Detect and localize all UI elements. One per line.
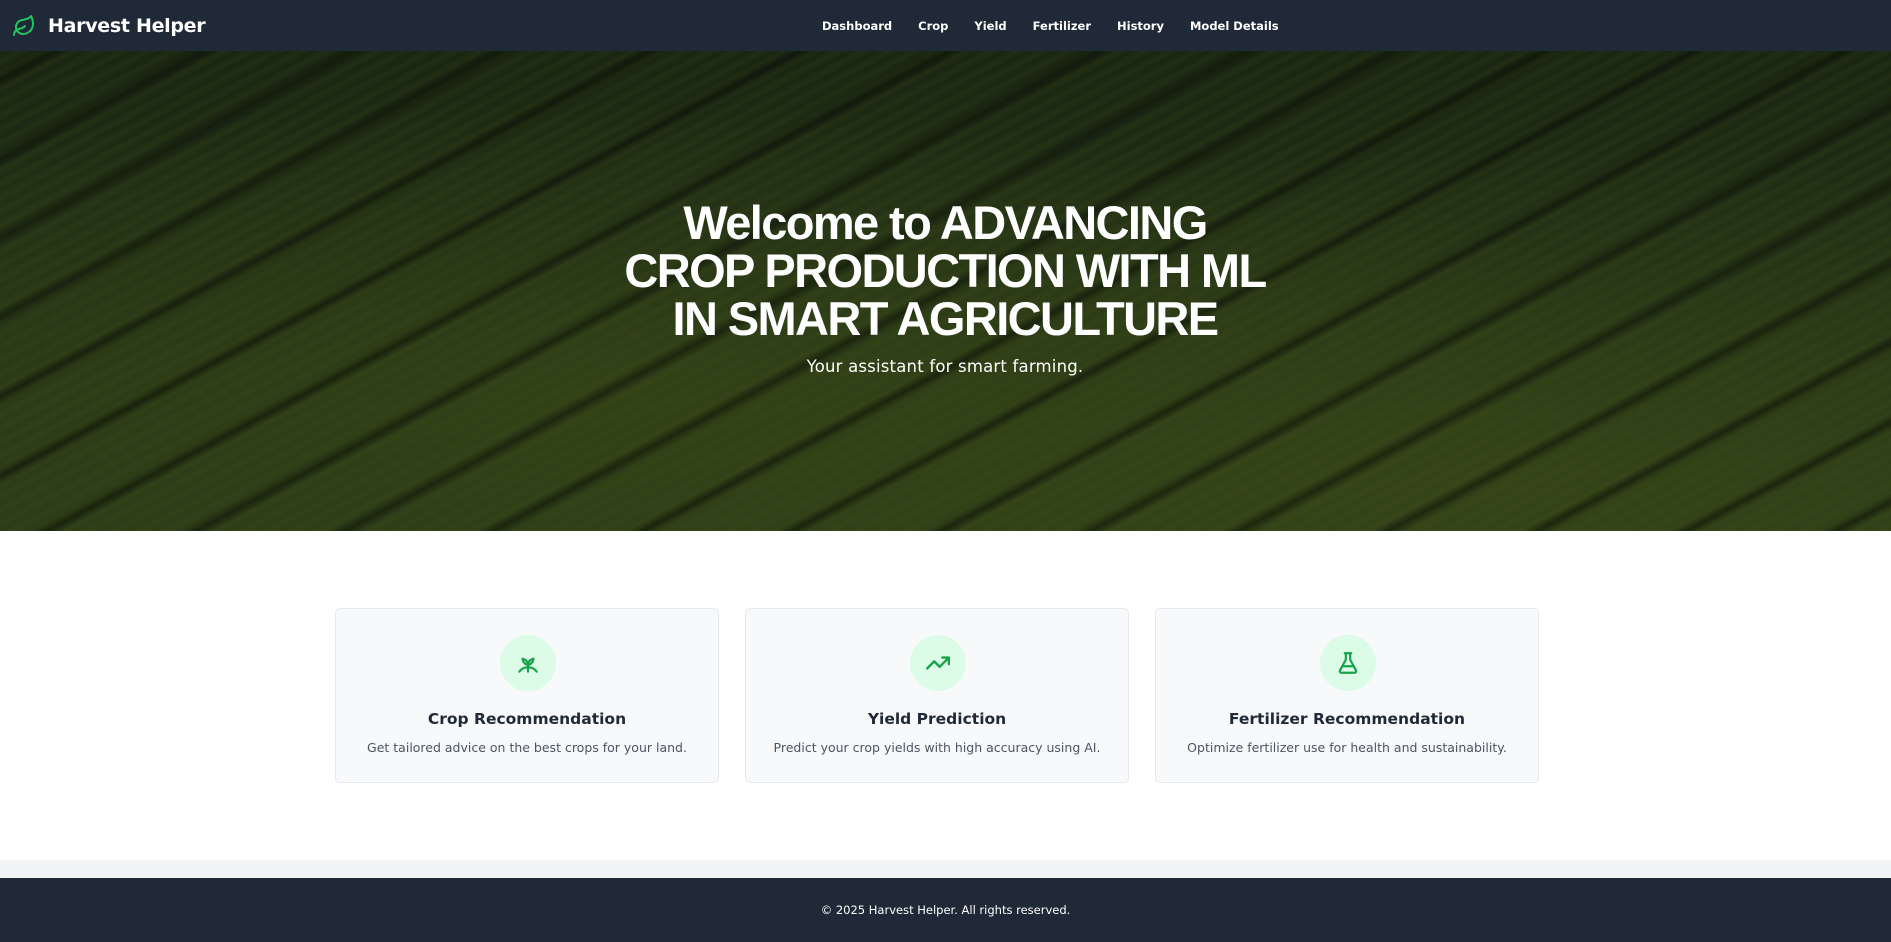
nav-links: Dashboard Crop Yield Fertilizer History … xyxy=(822,0,1279,51)
feature-icon-circle xyxy=(1320,635,1376,691)
feature-description: Optimize fertilizer use for health and s… xyxy=(1187,740,1507,755)
hero-title-line-1: Welcome to ADVANCING xyxy=(683,196,1208,249)
brand-link[interactable]: Harvest Helper xyxy=(12,0,206,51)
nav-crop[interactable]: Crop xyxy=(918,19,948,33)
top-navbar: Harvest Helper Dashboard Crop Yield Fert… xyxy=(0,0,1891,51)
nav-dashboard[interactable]: Dashboard xyxy=(822,19,892,33)
features-section: Crop Recommendation Get tailored advice … xyxy=(0,531,1891,860)
footer: © 2025 Harvest Helper. All rights reserv… xyxy=(0,878,1891,942)
nav-yield[interactable]: Yield xyxy=(974,19,1006,33)
footer-copyright: © 2025 Harvest Helper. All rights reserv… xyxy=(820,903,1071,917)
feature-title: Fertilizer Recommendation xyxy=(1228,710,1466,728)
nav-fertilizer[interactable]: Fertilizer xyxy=(1033,19,1091,33)
footer-spacer xyxy=(0,860,1891,878)
sprout-icon xyxy=(518,657,538,673)
feature-title: Yield Prediction xyxy=(867,710,1007,728)
hero-title: Welcome to ADVANCING CROP PRODUCTION WIT… xyxy=(545,199,1345,343)
feature-description: Get tailored advice on the best crops fo… xyxy=(367,740,687,755)
feature-title: Crop Recommendation xyxy=(427,710,627,728)
feature-card-fertilizer[interactable]: Fertilizer Recommendation Optimize ferti… xyxy=(1155,608,1539,783)
feature-description: Predict your crop yields with high accur… xyxy=(773,740,1101,755)
leaf-icon xyxy=(13,14,34,36)
feature-icon-circle xyxy=(500,635,556,691)
feature-icon-circle xyxy=(910,635,966,691)
nav-model-details[interactable]: Model Details xyxy=(1190,19,1279,33)
hero-banner: Welcome to ADVANCING CROP PRODUCTION WIT… xyxy=(0,51,1891,531)
flask-icon xyxy=(1338,652,1358,674)
brand-name: Harvest Helper xyxy=(48,14,206,37)
hero-title-line-2: CROP PRODUCTION WITH ML xyxy=(624,244,1267,297)
trending-up-icon xyxy=(925,656,951,670)
hero-title-line-3: IN SMART AGRICULTURE xyxy=(672,292,1219,345)
nav-history[interactable]: History xyxy=(1117,19,1164,33)
hero-subtitle: Your assistant for smart farming. xyxy=(806,357,1084,376)
feature-card-crop[interactable]: Crop Recommendation Get tailored advice … xyxy=(335,608,719,783)
feature-card-yield[interactable]: Yield Prediction Predict your crop yield… xyxy=(745,608,1129,783)
